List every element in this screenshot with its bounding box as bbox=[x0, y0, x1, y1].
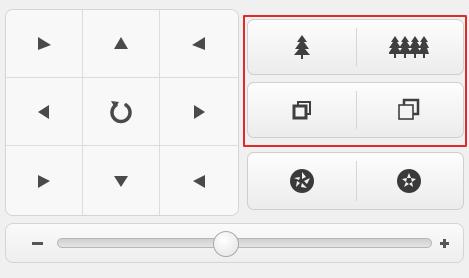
iris-open-icon bbox=[397, 169, 422, 193]
iris-control bbox=[247, 152, 464, 210]
speed-slider-track[interactable] bbox=[57, 238, 432, 248]
iris-close-button[interactable] bbox=[248, 153, 356, 209]
pan-left-button[interactable] bbox=[6, 78, 83, 146]
plus-icon[interactable] bbox=[440, 239, 449, 248]
pan-down-left-button[interactable] bbox=[6, 146, 83, 215]
arrow-down-left-icon bbox=[38, 174, 50, 188]
tilt-down-button[interactable] bbox=[83, 146, 160, 215]
arrow-up-right-icon bbox=[192, 36, 205, 50]
arrow-down-icon bbox=[114, 175, 128, 187]
pan-up-left-button[interactable] bbox=[6, 10, 83, 78]
pan-up-right-button[interactable] bbox=[160, 10, 238, 78]
iris-close-icon bbox=[289, 169, 314, 193]
ptz-reset-button[interactable] bbox=[83, 78, 160, 146]
minus-icon[interactable] bbox=[32, 242, 43, 245]
arrow-right-icon bbox=[194, 104, 205, 119]
arrow-left-icon bbox=[38, 104, 49, 119]
pan-down-right-button[interactable] bbox=[160, 146, 238, 215]
ptz-speed-bar bbox=[5, 223, 464, 263]
rotate-reset-icon bbox=[110, 100, 132, 123]
speed-slider-thumb[interactable] bbox=[212, 231, 239, 257]
arrow-up-left-icon bbox=[38, 36, 51, 50]
tilt-up-button[interactable] bbox=[83, 10, 160, 78]
iris-open-button[interactable] bbox=[356, 153, 464, 209]
arrow-up-icon bbox=[114, 36, 128, 49]
ptz-direction-pad bbox=[5, 9, 239, 216]
pan-right-button[interactable] bbox=[160, 78, 238, 146]
highlight-outline bbox=[243, 15, 467, 147]
arrow-down-right-icon bbox=[193, 174, 205, 188]
